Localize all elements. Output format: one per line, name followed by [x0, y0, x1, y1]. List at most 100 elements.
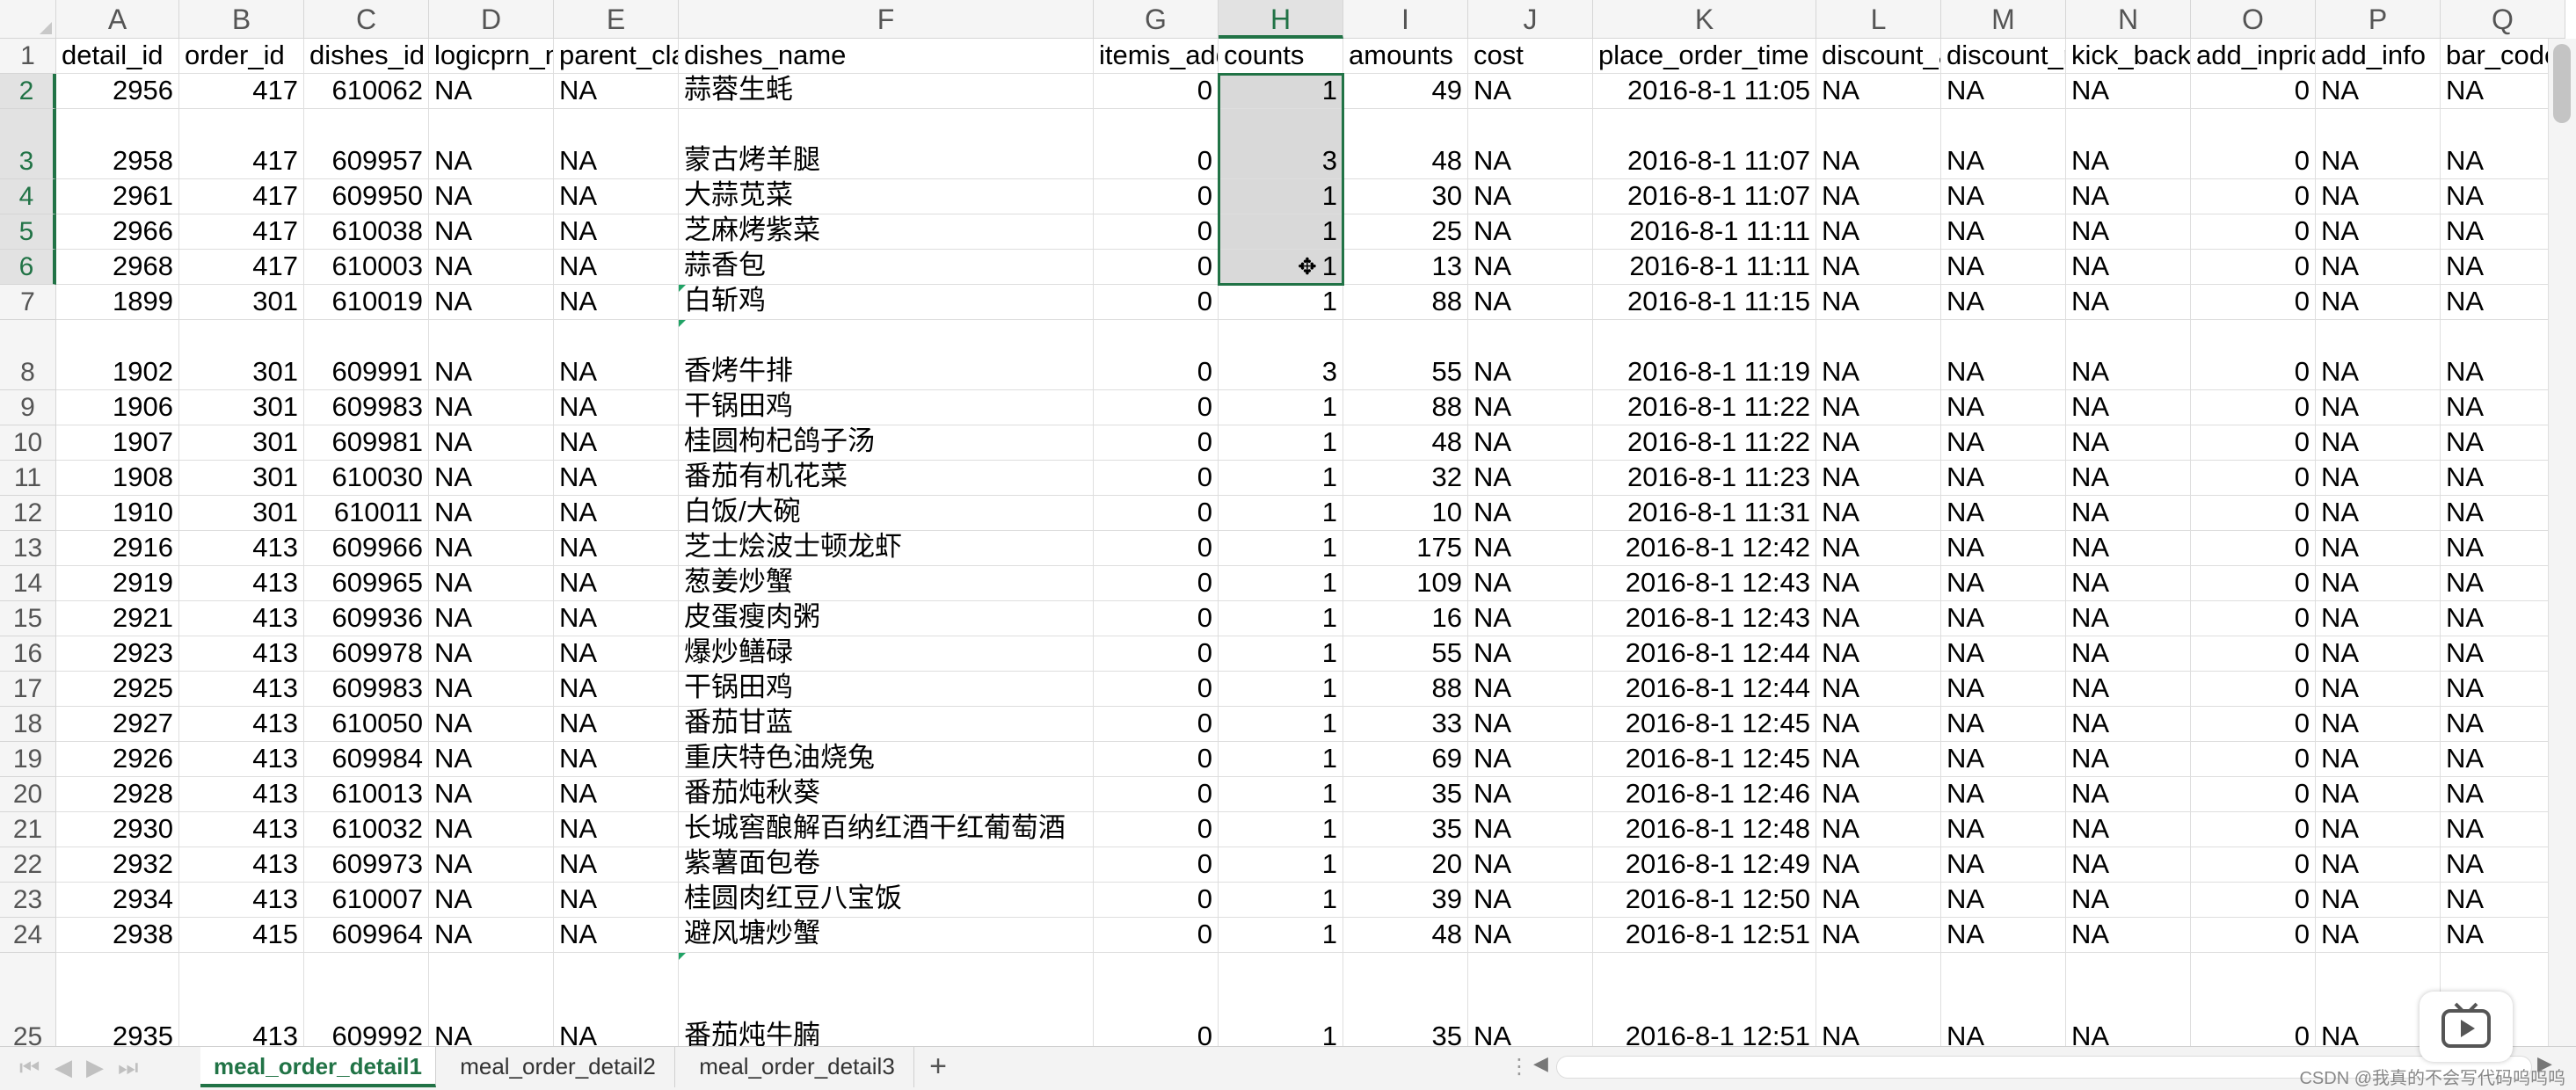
cell-j24[interactable]: NA [1468, 918, 1593, 953]
cell-h20[interactable]: 1 [1219, 777, 1343, 812]
cell-g21[interactable]: 0 [1094, 812, 1219, 847]
cell-h8[interactable]: 3 [1219, 320, 1343, 390]
cell-e5[interactable]: NA [554, 214, 679, 250]
cell-m15[interactable]: NA [1941, 601, 2066, 636]
cell-d19[interactable]: NA [429, 742, 554, 777]
cell-l6[interactable]: NA [1816, 250, 1941, 285]
header-cell-m[interactable]: discount_r [1941, 39, 2066, 74]
cell-q20[interactable]: NA [2441, 777, 2565, 812]
sheet-tab-2[interactable]: meal_order_detail2 [441, 1047, 675, 1087]
cell-d3[interactable]: NA [429, 109, 554, 179]
cell-e10[interactable]: NA [554, 425, 679, 461]
cell-g24[interactable]: 0 [1094, 918, 1219, 953]
cell-a11[interactable]: 1908 [56, 461, 179, 496]
cell-h11[interactable]: 1 [1219, 461, 1343, 496]
cell-a8[interactable]: 1902 [56, 320, 179, 390]
cell-b11[interactable]: 301 [179, 461, 304, 496]
cell-d7[interactable]: NA [429, 285, 554, 320]
row-header-24[interactable]: 24 [0, 918, 56, 953]
cell-g17[interactable]: 0 [1094, 672, 1219, 707]
cell-d21[interactable]: NA [429, 812, 554, 847]
cell-p11[interactable]: NA [2316, 461, 2441, 496]
add-sheet-button[interactable]: + [923, 1049, 953, 1084]
cell-d25[interactable]: NA [429, 953, 554, 1046]
cell-b17[interactable]: 413 [179, 672, 304, 707]
cell-g16[interactable]: 0 [1094, 636, 1219, 672]
cell-f22[interactable]: 紫薯面包卷 [679, 847, 1094, 883]
cell-o14[interactable]: 0 [2191, 566, 2316, 601]
cell-g22[interactable]: 0 [1094, 847, 1219, 883]
column-header-q[interactable]: Q [2441, 0, 2565, 39]
row-header-21[interactable]: 21 [0, 812, 56, 847]
cell-n7[interactable]: NA [2066, 285, 2191, 320]
cell-g2[interactable]: 0 [1094, 74, 1219, 109]
cell-h17[interactable]: 1 [1219, 672, 1343, 707]
cell-p8[interactable]: NA [2316, 320, 2441, 390]
cell-p3[interactable]: NA [2316, 109, 2441, 179]
cell-n5[interactable]: NA [2066, 214, 2191, 250]
cell-e11[interactable]: NA [554, 461, 679, 496]
cell-k14[interactable]: 2016-8-1 12:43 [1593, 566, 1816, 601]
cell-j13[interactable]: NA [1468, 531, 1593, 566]
cell-q16[interactable]: NA [2441, 636, 2565, 672]
cell-j14[interactable]: NA [1468, 566, 1593, 601]
select-all-corner[interactable] [0, 0, 56, 39]
cell-o10[interactable]: 0 [2191, 425, 2316, 461]
cell-g11[interactable]: 0 [1094, 461, 1219, 496]
cell-p14[interactable]: NA [2316, 566, 2441, 601]
cell-p23[interactable]: NA [2316, 883, 2441, 918]
cell-n3[interactable]: NA [2066, 109, 2191, 179]
cell-o12[interactable]: 0 [2191, 496, 2316, 531]
cell-a9[interactable]: 1906 [56, 390, 179, 425]
cell-h19[interactable]: 1 [1219, 742, 1343, 777]
cell-o13[interactable]: 0 [2191, 531, 2316, 566]
cell-m7[interactable]: NA [1941, 285, 2066, 320]
cell-d6[interactable]: NA [429, 250, 554, 285]
cell-a2[interactable]: 2956 [56, 74, 179, 109]
header-cell-c[interactable]: dishes_id [304, 39, 429, 74]
cell-p9[interactable]: NA [2316, 390, 2441, 425]
cell-d4[interactable]: NA [429, 179, 554, 214]
cell-p18[interactable]: NA [2316, 707, 2441, 742]
cell-l17[interactable]: NA [1816, 672, 1941, 707]
cell-j19[interactable]: NA [1468, 742, 1593, 777]
cell-c13[interactable]: 609966 [304, 531, 429, 566]
cell-f16[interactable]: 爆炒鳝碌 [679, 636, 1094, 672]
cell-e19[interactable]: NA [554, 742, 679, 777]
cell-m18[interactable]: NA [1941, 707, 2066, 742]
cell-a4[interactable]: 2961 [56, 179, 179, 214]
cell-n9[interactable]: NA [2066, 390, 2191, 425]
cell-i7[interactable]: 88 [1343, 285, 1468, 320]
cell-g25[interactable]: 0 [1094, 953, 1219, 1046]
cell-b20[interactable]: 413 [179, 777, 304, 812]
cell-k3[interactable]: 2016-8-1 11:07 [1593, 109, 1816, 179]
cell-h15[interactable]: 1 [1219, 601, 1343, 636]
cell-h7[interactable]: 1 [1219, 285, 1343, 320]
row-header-11[interactable]: 11 [0, 461, 56, 496]
cell-j9[interactable]: NA [1468, 390, 1593, 425]
cell-c10[interactable]: 609981 [304, 425, 429, 461]
column-header-d[interactable]: D [429, 0, 554, 39]
cell-g9[interactable]: 0 [1094, 390, 1219, 425]
cell-q22[interactable]: NA [2441, 847, 2565, 883]
cell-k24[interactable]: 2016-8-1 12:51 [1593, 918, 1816, 953]
cell-b9[interactable]: 301 [179, 390, 304, 425]
cell-b24[interactable]: 415 [179, 918, 304, 953]
cell-i12[interactable]: 10 [1343, 496, 1468, 531]
cell-p5[interactable]: NA [2316, 214, 2441, 250]
cell-k12[interactable]: 2016-8-1 11:31 [1593, 496, 1816, 531]
cell-e18[interactable]: NA [554, 707, 679, 742]
cell-n14[interactable]: NA [2066, 566, 2191, 601]
cell-m22[interactable]: NA [1941, 847, 2066, 883]
cell-m16[interactable]: NA [1941, 636, 2066, 672]
cell-c25[interactable]: 609992 [304, 953, 429, 1046]
column-header-k[interactable]: K [1593, 0, 1816, 39]
cell-b18[interactable]: 413 [179, 707, 304, 742]
cell-o22[interactable]: 0 [2191, 847, 2316, 883]
cell-l19[interactable]: NA [1816, 742, 1941, 777]
cell-i8[interactable]: 55 [1343, 320, 1468, 390]
cell-e25[interactable]: NA [554, 953, 679, 1046]
cell-d10[interactable]: NA [429, 425, 554, 461]
cell-i11[interactable]: 32 [1343, 461, 1468, 496]
column-header-c[interactable]: C [304, 0, 429, 39]
